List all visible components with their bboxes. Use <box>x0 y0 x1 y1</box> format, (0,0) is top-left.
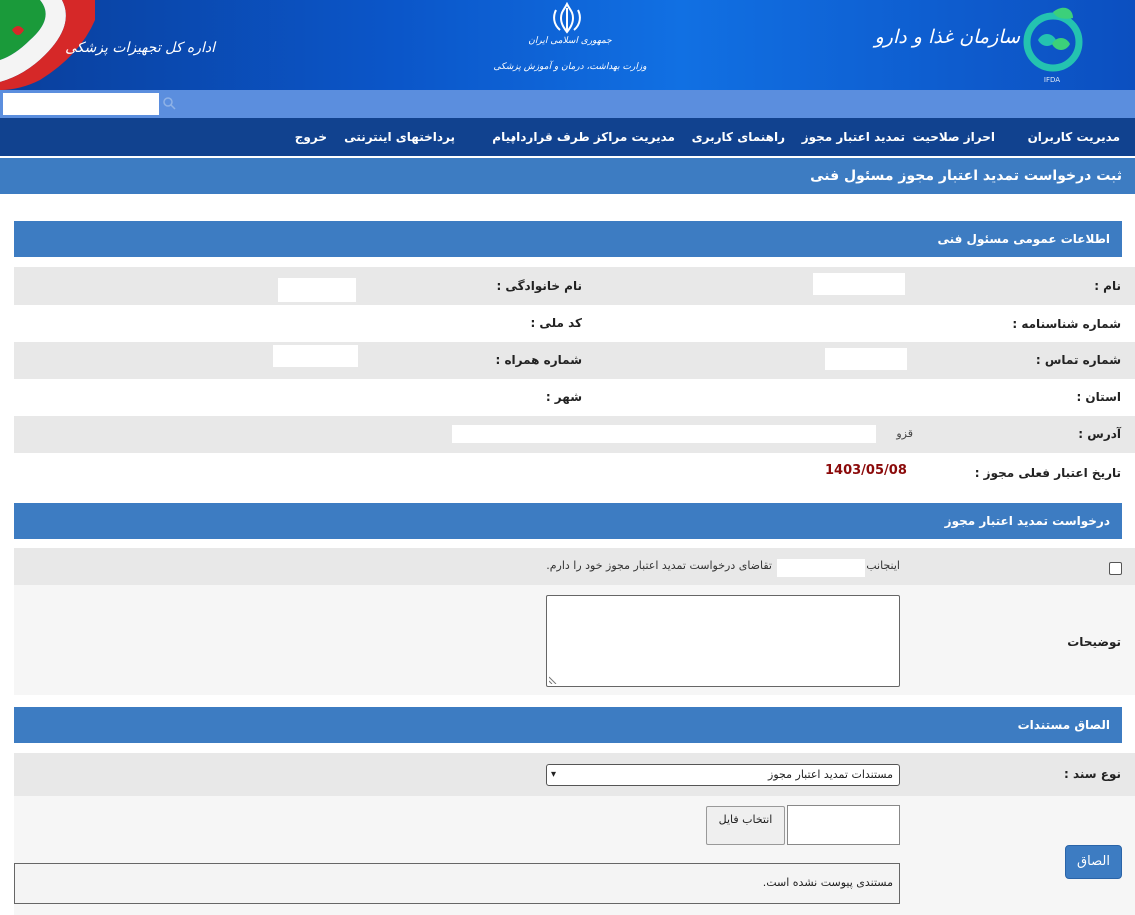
description-textarea[interactable] <box>546 595 900 687</box>
location-row: استان : شهر : <box>14 379 1135 416</box>
address-value: قزو <box>896 427 913 440</box>
page-title-bar: ثبت درخواست تمدید اعتبار مجوز مسئول فنی <box>0 158 1135 194</box>
consent-row: اینجانب تقاضای درخواست تمدید اعتبار مجوز… <box>14 548 1135 585</box>
last-name-label: نام خانوادگی : <box>496 279 582 293</box>
doc-type-row: نوع سند : مستندات تمدید اعتبار مجوز ▾ <box>14 753 1135 796</box>
nav-license-renewal[interactable]: تمدید اعتبار مجوز <box>802 118 905 156</box>
search-input[interactable] <box>3 93 159 115</box>
nav-user-management[interactable]: مدیریت کاربران <box>1028 118 1120 156</box>
renewal-request-title: درخواست تمدید اعتبار مجوز <box>944 514 1110 528</box>
mobile-value <box>273 345 358 367</box>
address-redacted <box>452 425 876 443</box>
national-code-value <box>280 309 354 329</box>
city-label: شهر : <box>545 390 582 404</box>
nav-logout[interactable]: خروج <box>295 118 327 156</box>
doc-type-select[interactable]: مستندات تمدید اعتبار مجوز ▾ <box>546 764 900 786</box>
upload-row: انتخاب فایل الصاق مستندی پیوست نشده است. <box>14 796 1135 915</box>
renewal-request-header: درخواست تمدید اعتبار مجوز <box>14 503 1122 539</box>
address-label: آدرس : <box>1078 427 1121 441</box>
resize-handle-icon[interactable] <box>549 676 557 684</box>
choose-file-button[interactable]: انتخاب فایل <box>706 806 785 845</box>
no-docs-message: مستندی پیوست نشده است. <box>762 876 893 889</box>
main-nav: مدیریت کاربران احراز صلاحیت تمدید اعتبار… <box>0 118 1135 156</box>
last-name-value <box>278 278 356 302</box>
consent-suffix: تقاضای درخواست تمدید اعتبار مجوز خود را … <box>546 559 772 572</box>
attach-button[interactable]: الصاق <box>1065 845 1122 879</box>
phone-label: شماره تماس : <box>1035 353 1121 367</box>
first-name-label: نام : <box>1094 279 1121 293</box>
consent-prefix: اینجانب <box>866 559 900 572</box>
nav-online-payments[interactable]: پرداختهای اینترنتی <box>344 118 455 156</box>
phone-row: شماره تماس : شماره همراه : <box>14 342 1135 379</box>
id-row: شماره شناسنامه : کد ملی : <box>14 305 1135 342</box>
page-title: ثبت درخواست تمدید اعتبار مجوز مسئول فنی <box>810 168 1122 184</box>
current-validity-value: 1403/05/08 <box>825 463 907 478</box>
department-title: اداره کل تجهیزات پزشکی <box>65 40 215 56</box>
attached-docs-box: مستندی پیوست نشده است. <box>14 863 900 904</box>
logo-caption: IFDA <box>1043 76 1061 84</box>
general-info-title: اطلاعات عمومی مسئول فنی <box>937 232 1110 246</box>
id-number-value <box>825 311 905 333</box>
chevron-down-icon: ▾ <box>551 769 557 780</box>
consent-checkbox[interactable] <box>1109 562 1122 575</box>
nav-user-guide[interactable]: راهنمای کاربری <box>692 118 785 156</box>
emblem-icon <box>553 2 581 34</box>
province-value <box>832 383 902 405</box>
nav-qualification[interactable]: احراز صلاحیت <box>913 118 995 156</box>
city-value <box>320 387 352 411</box>
consent-name-redacted <box>777 559 865 577</box>
header-banner: اداره کل تجهیزات پزشکی جمهوری اسلامی ایر… <box>0 0 1135 90</box>
province-label: استان : <box>1076 390 1121 404</box>
organization-title: سازمان غذا و دارو <box>874 26 1020 48</box>
nav-contract-centers[interactable]: مدیریت مراکز طرف قرارداد <box>510 118 675 156</box>
general-info-header: اطلاعات عمومی مسئول فنی <box>14 221 1122 257</box>
doc-type-selected: مستندات تمدید اعتبار مجوز <box>768 768 893 781</box>
phone-value <box>825 348 907 370</box>
documents-title: الصاق مستندات <box>1017 718 1110 732</box>
address-row: آدرس : قزو <box>14 416 1135 453</box>
mobile-label: شماره همراه : <box>495 353 582 367</box>
national-code-label: کد ملی : <box>530 316 582 330</box>
doc-type-label: نوع سند : <box>1063 767 1121 781</box>
validity-row: تاریخ اعتبار فعلی مجوز : 1403/05/08 <box>14 453 1135 490</box>
file-name-box[interactable] <box>787 805 900 845</box>
name-row: نام : نام خانوادگی : <box>14 267 1135 305</box>
republic-title: جمهوری اسلامی ایران <box>528 36 612 46</box>
description-label: توضیحات <box>1067 635 1121 649</box>
ministry-title: وزارت بهداشت، درمان و آموزش پزشکی <box>493 62 647 72</box>
description-row: توضیحات <box>14 585 1135 695</box>
nav-messages[interactable]: پیام <box>492 118 515 156</box>
current-validity-label: تاریخ اعتبار فعلی مجوز : <box>974 466 1121 480</box>
search-bar <box>0 90 1135 118</box>
id-number-label: شماره شناسنامه : <box>1012 317 1121 331</box>
first-name-value <box>813 273 905 295</box>
documents-header: الصاق مستندات <box>14 707 1122 743</box>
ifda-logo-icon <box>1023 7 1083 72</box>
search-icon[interactable] <box>162 96 176 110</box>
